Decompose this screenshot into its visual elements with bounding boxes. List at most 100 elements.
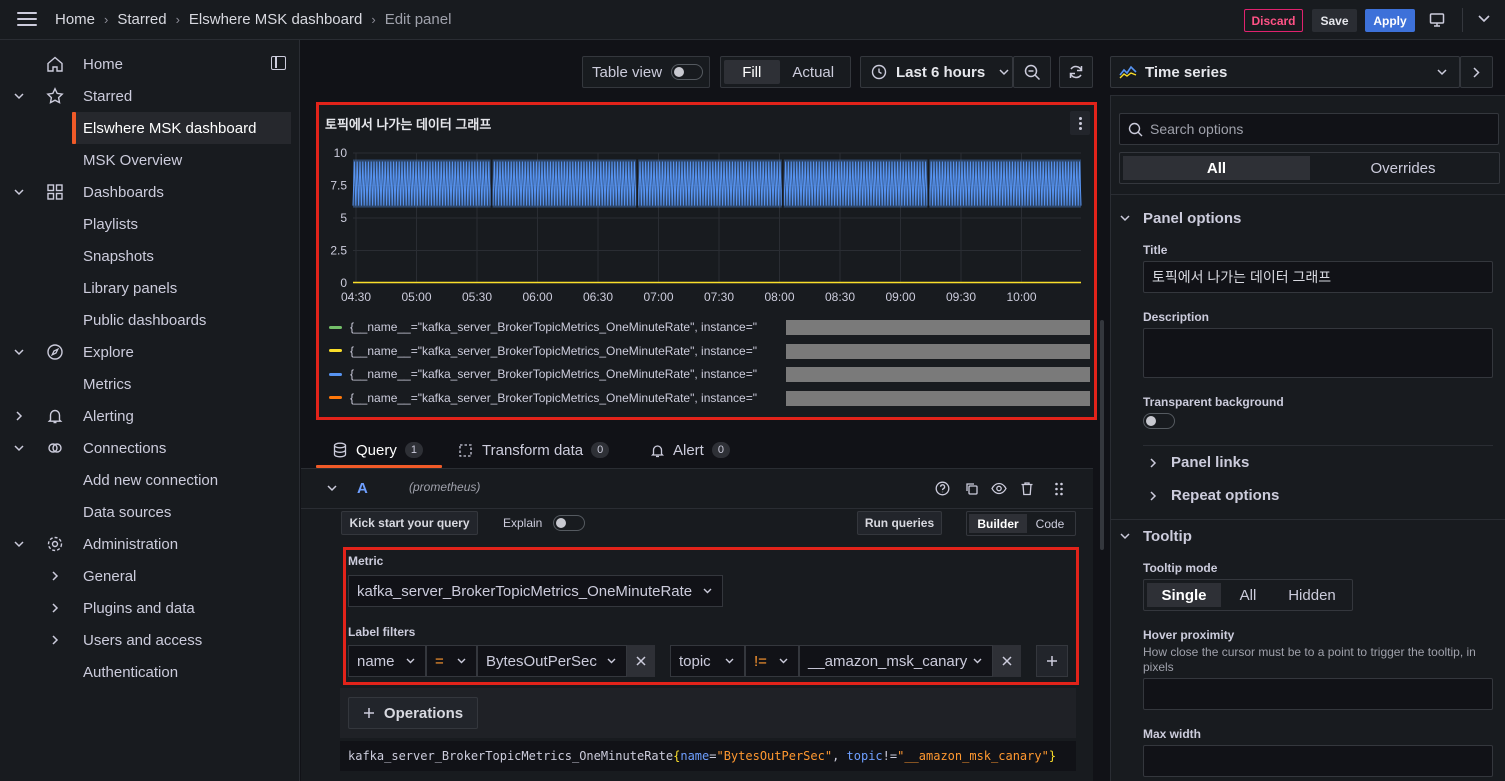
copy-icon[interactable] — [964, 481, 979, 496]
filter2-value-select[interactable]: __amazon_msk_canary — [799, 645, 993, 677]
code-option[interactable]: Code — [1027, 514, 1073, 533]
filter1-value-select[interactable]: BytesOutPerSec — [477, 645, 627, 677]
sidebar-item-library-panels[interactable]: Library panels — [0, 272, 300, 304]
repeat-options-header[interactable]: Repeat options — [1150, 487, 1279, 504]
refresh-button[interactable] — [1059, 56, 1093, 88]
sidebar-item-data-sources[interactable]: Data sources — [0, 496, 300, 528]
refresh-icon — [1069, 65, 1083, 79]
transparent-background-switch[interactable] — [1143, 413, 1175, 429]
tab-alert[interactable]: Alert 0 — [651, 432, 730, 468]
sidebar-item-playlists[interactable]: Playlists — [0, 208, 300, 240]
chevron-down-icon[interactable] — [1478, 15, 1490, 23]
fill-option[interactable]: Fill — [724, 60, 780, 84]
filter1-remove-button[interactable] — [627, 645, 655, 677]
chevron-down-icon[interactable] — [13, 346, 25, 358]
sidebar-item-home[interactable]: Home — [0, 48, 300, 80]
tab-all[interactable]: All — [1123, 156, 1310, 180]
zoom-out-button[interactable] — [1013, 56, 1051, 88]
filter2-label-select[interactable]: topic — [670, 645, 745, 677]
transform-icon — [459, 443, 472, 457]
apply-button[interactable]: Apply — [1365, 9, 1415, 32]
chevron-down-icon — [457, 658, 466, 664]
tab-query[interactable]: Query 1 — [333, 432, 423, 468]
add-filter-button[interactable] — [1036, 645, 1068, 677]
sidebar-item-public-dashboards[interactable]: Public dashboards — [0, 304, 300, 336]
time-range-picker[interactable]: Last 6 hours — [860, 56, 1013, 88]
chevron-right-icon[interactable] — [49, 634, 61, 646]
legend-item[interactable]: {__name__="kafka_server_BrokerTopicMetri… — [329, 341, 1090, 361]
breadcrumb-starred[interactable]: Starred — [117, 11, 166, 28]
discard-button[interactable]: Discard — [1244, 9, 1303, 32]
drag-handle-icon[interactable] — [1054, 481, 1064, 497]
sidebar-item-connections[interactable]: Connections — [0, 432, 300, 464]
title-field[interactable]: 토픽에서 나가는 데이터 그래프 — [1143, 261, 1493, 293]
query-letter[interactable]: A — [357, 480, 368, 497]
sidebar-item-metrics[interactable]: Metrics — [0, 368, 300, 400]
legend-item[interactable]: {__name__="kafka_server_BrokerTopicMetri… — [329, 317, 1090, 337]
chevron-right-icon[interactable] — [49, 570, 61, 582]
tooltip-mode-hidden[interactable]: Hidden — [1275, 583, 1349, 607]
max-width-field[interactable] — [1143, 745, 1493, 777]
kick-start-button[interactable]: Kick start your query — [341, 511, 478, 535]
run-queries-button[interactable]: Run queries — [857, 511, 942, 535]
eye-icon[interactable] — [991, 481, 1007, 496]
legend-item[interactable]: {__name__="kafka_server_BrokerTopicMetri… — [329, 388, 1090, 408]
panel-options-header[interactable]: Panel options — [1120, 210, 1241, 227]
sidebar-item-add-new-connection[interactable]: Add new connection — [0, 464, 300, 496]
sidebar-item-starred[interactable]: Starred — [0, 80, 300, 112]
metric-select[interactable]: kafka_server_BrokerTopicMetrics_OneMinut… — [348, 575, 723, 607]
tooltip-header[interactable]: Tooltip — [1120, 528, 1192, 545]
save-button[interactable]: Save — [1312, 9, 1357, 32]
sidebar-item-msk-overview[interactable]: MSK Overview — [0, 144, 300, 176]
legend-item[interactable]: {__name__="kafka_server_BrokerTopicMetri… — [329, 364, 1090, 384]
chevron-down-icon[interactable] — [13, 90, 25, 102]
tab-overrides[interactable]: Overrides — [1310, 156, 1496, 180]
sidebar-item-general[interactable]: General — [0, 560, 300, 592]
sidebar-item-snapshots[interactable]: Snapshots — [0, 240, 300, 272]
tab-transform-data[interactable]: Transform data 0 — [458, 432, 610, 468]
sidebar-item-alerting[interactable]: Alerting — [0, 400, 300, 432]
sidebar-item-users-and-access[interactable]: Users and access — [0, 624, 300, 656]
chevron-down-icon[interactable] — [327, 485, 337, 492]
sidebar-item-plugins-and-data[interactable]: Plugins and data — [0, 592, 300, 624]
filter2-operator-select[interactable]: != — [745, 645, 799, 677]
hover-proximity-field[interactable] — [1143, 678, 1493, 710]
builder-option[interactable]: Builder — [969, 514, 1027, 533]
preview-value: "__amazon_msk_canary" — [897, 749, 1049, 763]
table-view-toggle[interactable]: Table view — [582, 56, 710, 88]
sidebar-item-elswhere-msk-dashboard[interactable]: Elswhere MSK dashboard — [72, 112, 291, 144]
help-icon[interactable] — [935, 481, 950, 496]
tooltip-mode-single[interactable]: Single — [1147, 583, 1221, 607]
panel-links-header[interactable]: Panel links — [1150, 454, 1249, 471]
filter2-remove-button[interactable] — [993, 645, 1021, 677]
menu-icon[interactable] — [17, 12, 37, 28]
explain-switch[interactable] — [553, 515, 585, 531]
sidebar-item-administration[interactable]: Administration — [0, 528, 300, 560]
chevron-down-icon[interactable] — [13, 442, 25, 454]
description-field[interactable] — [1143, 328, 1493, 378]
chevron-down-icon — [725, 658, 734, 664]
filter1-operator-select[interactable]: = — [426, 645, 477, 677]
chevron-down-icon[interactable] — [13, 538, 25, 550]
sidebar-item-dashboards[interactable]: Dashboards — [0, 176, 300, 208]
search-options-input[interactable]: Search options — [1119, 113, 1499, 145]
chevron-down-icon[interactable] — [13, 186, 25, 198]
chevron-right-icon[interactable] — [13, 410, 25, 422]
sidebar-item-explore[interactable]: Explore — [0, 336, 300, 368]
breadcrumb-home[interactable]: Home — [55, 11, 95, 28]
tooltip-mode-all[interactable]: All — [1221, 583, 1275, 607]
chevron-right-icon — [1150, 490, 1157, 501]
visualization-picker[interactable]: Time series — [1110, 56, 1460, 88]
actual-option[interactable]: Actual — [780, 60, 847, 84]
breadcrumb-dashboard[interactable]: Elswhere MSK dashboard — [189, 11, 362, 28]
operations-button[interactable]: Operations — [348, 697, 478, 729]
trash-icon[interactable] — [1020, 481, 1034, 496]
table-view-switch[interactable] — [671, 64, 704, 80]
panel-menu-icon[interactable] — [1070, 111, 1090, 135]
collapse-options-button[interactable] — [1460, 56, 1493, 88]
sidebar-item-authentication[interactable]: Authentication — [0, 656, 300, 688]
filter1-label-select[interactable]: name — [348, 645, 426, 677]
chevron-right-icon[interactable] — [49, 602, 61, 614]
preview-comma: , — [832, 749, 847, 763]
monitor-icon[interactable] — [1429, 12, 1445, 28]
